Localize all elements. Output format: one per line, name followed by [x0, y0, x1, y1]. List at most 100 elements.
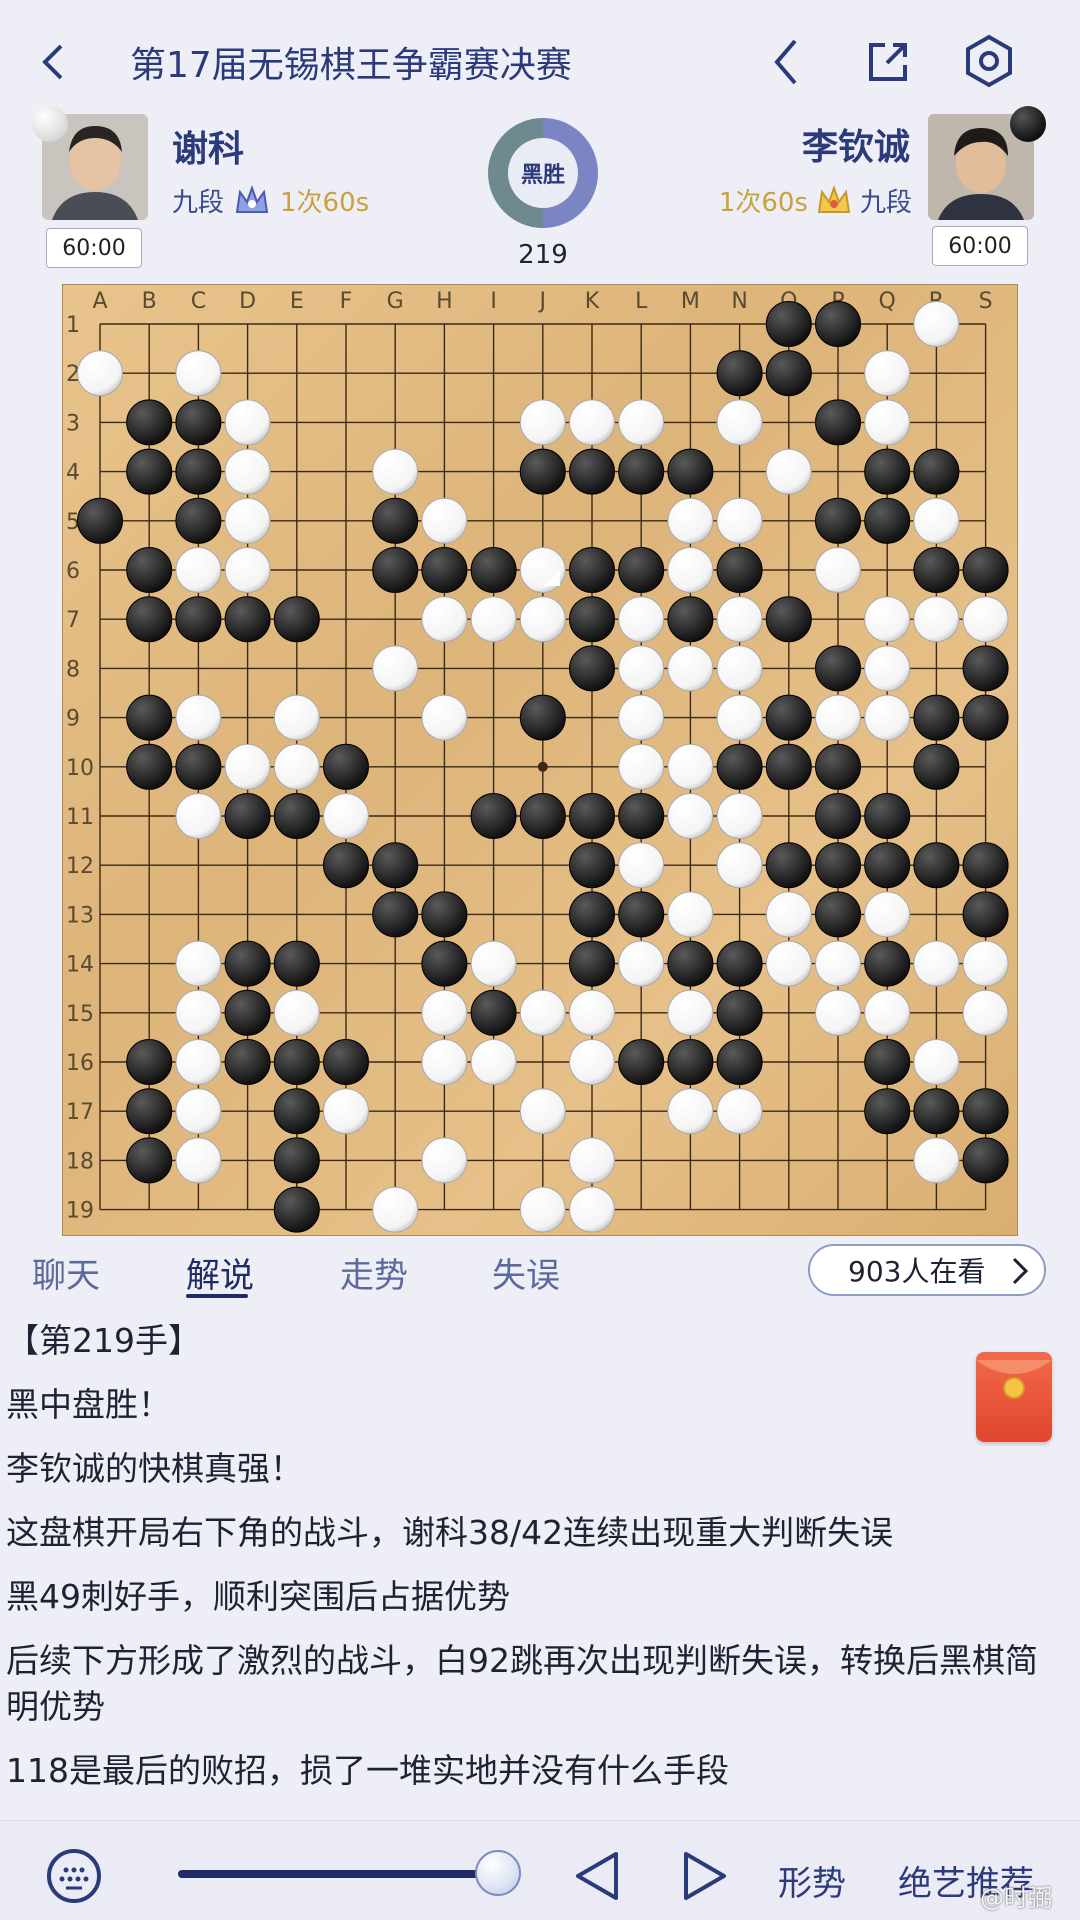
- situation-button[interactable]: 形势: [778, 1856, 846, 1905]
- commentary-line: 李钦诚的快棋真强！: [6, 1449, 303, 1488]
- commentary-line: 黑49刺好手，顺利突围后占据优势: [6, 1577, 510, 1616]
- black-stone: [175, 448, 222, 495]
- black-stone: [569, 842, 615, 889]
- white-stone: [618, 743, 665, 790]
- black-stone: [224, 940, 271, 987]
- white-stone: [323, 1088, 369, 1135]
- board-grid[interactable]: ABCDEFGHIJKLMNOPQRS123456789101112131415…: [62, 284, 1018, 1236]
- viewers-button[interactable]: 903人在看: [808, 1244, 1046, 1296]
- white-stone: [175, 940, 222, 987]
- white-stone: [372, 645, 419, 692]
- row-label: 13: [66, 903, 94, 928]
- next-move-button[interactable]: [676, 1848, 732, 1904]
- white-stone: [224, 547, 271, 593]
- white-stone: [224, 743, 271, 790]
- white-stone: [519, 399, 566, 446]
- slider-handle[interactable]: [475, 1850, 521, 1896]
- black-stone: [273, 1186, 320, 1233]
- white-stone: [815, 547, 861, 593]
- gold-crown-icon: [817, 184, 851, 213]
- row-label: 12: [66, 854, 94, 879]
- black-stone: [765, 350, 812, 397]
- black-stone: [273, 1039, 320, 1085]
- white-stone: [470, 940, 517, 987]
- chevron-right-icon: [1012, 1257, 1029, 1285]
- white-stone: [372, 448, 419, 495]
- black-stone: [962, 645, 1009, 692]
- black-stone: [372, 891, 419, 938]
- tab-mistakes[interactable]: 失误: [492, 1248, 560, 1297]
- column-label: G: [387, 289, 404, 314]
- black-stone: [618, 1039, 665, 1085]
- row-label: 11: [66, 805, 94, 830]
- back-button[interactable]: [30, 40, 74, 84]
- white-stone: [175, 793, 222, 839]
- go-board[interactable]: ABCDEFGHIJKLMNOPQRS123456789101112131415…: [62, 284, 1018, 1236]
- share-button[interactable]: [860, 34, 916, 90]
- white-stone: [618, 940, 665, 987]
- black-player-name[interactable]: 李钦诚: [760, 118, 910, 170]
- white-stone: [421, 694, 468, 741]
- white-stone: [962, 596, 1009, 643]
- black-player-byoyomi: 1次60s: [718, 188, 808, 218]
- row-label: 17: [66, 1100, 94, 1125]
- row-label: 7: [66, 608, 80, 633]
- white-stone: [864, 989, 911, 1036]
- previous-game-button[interactable]: [764, 34, 808, 90]
- row-label: 1: [66, 313, 80, 338]
- black-stone: [962, 1088, 1009, 1135]
- white-stone: [667, 645, 714, 692]
- black-stone: [77, 497, 123, 544]
- white-stone: [372, 1186, 419, 1233]
- white-stone: [519, 1186, 566, 1233]
- black-stone: [175, 497, 222, 544]
- tab-trend[interactable]: 走势: [340, 1248, 408, 1297]
- black-stone: [273, 1137, 320, 1184]
- black-stone: [618, 547, 665, 593]
- column-label: A: [92, 289, 107, 314]
- black-stone: [126, 1088, 173, 1135]
- black-stone: [667, 596, 714, 643]
- watermark: @时弼: [980, 1884, 1052, 1912]
- column-label: N: [731, 289, 747, 314]
- commentary-line: 黑中盘胜！: [6, 1385, 171, 1424]
- chat-emoji-button[interactable]: [46, 1848, 102, 1904]
- white-player-name[interactable]: 谢科: [172, 120, 244, 172]
- white-stone: [323, 793, 369, 839]
- move-slider[interactable]: [178, 1850, 521, 1896]
- white-stone: [716, 596, 763, 643]
- white-stone: [569, 989, 615, 1036]
- white-stone: [421, 989, 468, 1036]
- white-stone: [421, 497, 468, 544]
- white-stone: [667, 497, 714, 544]
- black-stone: [224, 596, 271, 643]
- black-stone: [224, 989, 271, 1036]
- white-stone: [618, 596, 665, 643]
- black-stone: [273, 793, 320, 839]
- white-stone: [421, 1137, 468, 1184]
- chevron-left-icon: [774, 39, 797, 85]
- white-clock: 60:00: [46, 228, 142, 268]
- black-stone: [765, 743, 812, 790]
- black-stone: [569, 596, 615, 643]
- black-player-rank: 九段: [859, 188, 912, 218]
- settings-button[interactable]: [958, 30, 1020, 92]
- white-stone: [716, 645, 763, 692]
- previous-move-button[interactable]: [570, 1848, 626, 1904]
- white-stone: [815, 694, 861, 741]
- black-stone: [470, 989, 517, 1036]
- tab-chat[interactable]: 聊天: [32, 1248, 100, 1297]
- black-stone: [913, 743, 960, 790]
- commentary-line: 这盘棋开局右下角的战斗，谢科38/42连续出现重大判断失误: [6, 1513, 894, 1552]
- black-stone: [913, 1088, 960, 1135]
- tab-commentary[interactable]: 解说: [186, 1248, 254, 1297]
- column-label: H: [436, 289, 453, 314]
- red-envelope-button[interactable]: [976, 1352, 1052, 1442]
- black-stone: [864, 1039, 911, 1085]
- white-stone: [864, 694, 911, 741]
- black-stone: [175, 596, 222, 643]
- white-stone: [913, 596, 960, 643]
- white-stone: [667, 989, 714, 1036]
- column-label: C: [191, 289, 206, 314]
- white-stone: [815, 940, 861, 987]
